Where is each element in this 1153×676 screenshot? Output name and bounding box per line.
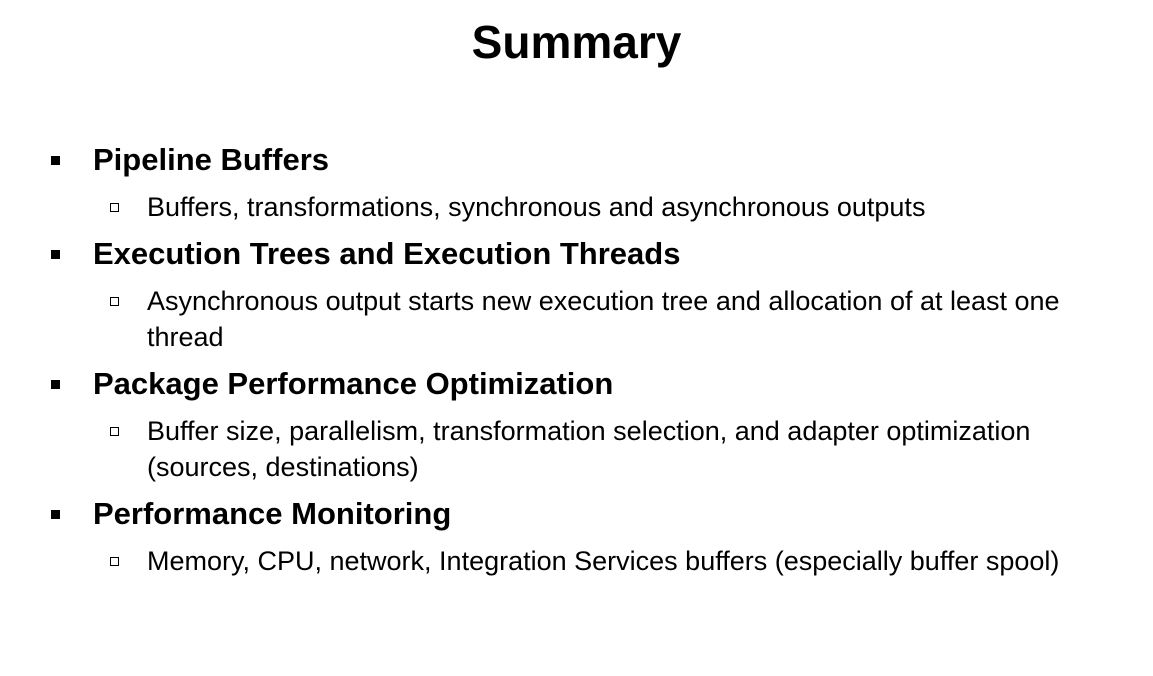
list-item: Performance Monitoring Memory, CPU, netw… <box>0 495 1153 579</box>
slide: Summary Pipeline Buffers Buffers, transf… <box>0 0 1153 676</box>
bullet-detail-text: Buffer size, parallelism, transformation… <box>147 416 1031 482</box>
bullet-detail: Buffer size, parallelism, transformation… <box>0 413 1153 485</box>
bullet-heading-text: Package Performance Optimization <box>93 366 614 401</box>
slide-title: Summary <box>471 16 682 68</box>
bullet-heading-text: Execution Trees and Execution Threads <box>93 236 681 271</box>
bullet-list: Pipeline Buffers Buffers, transformation… <box>0 141 1153 589</box>
list-item: Pipeline Buffers Buffers, transformation… <box>0 141 1153 225</box>
square-bullet-icon <box>51 250 60 259</box>
square-bullet-icon <box>51 380 60 389</box>
bullet-heading: Performance Monitoring <box>0 495 1153 533</box>
list-item: Execution Trees and Execution Threads As… <box>0 235 1153 355</box>
bullet-heading: Package Performance Optimization <box>0 365 1153 403</box>
bullet-detail: Buffers, transformations, synchronous an… <box>0 189 1153 225</box>
bullet-heading-text: Pipeline Buffers <box>93 142 329 177</box>
hollow-square-bullet-icon <box>110 557 119 566</box>
square-bullet-icon <box>51 510 60 519</box>
list-item: Package Performance Optimization Buffer … <box>0 365 1153 485</box>
bullet-heading-text: Performance Monitoring <box>93 496 452 531</box>
bullet-detail: Asynchronous output starts new execution… <box>0 283 1153 355</box>
square-bullet-icon <box>51 156 60 165</box>
bullet-detail-text: Buffers, transformations, synchronous an… <box>147 192 926 222</box>
bullet-heading: Execution Trees and Execution Threads <box>0 235 1153 273</box>
hollow-square-bullet-icon <box>110 427 119 436</box>
bullet-detail-text: Asynchronous output starts new execution… <box>147 286 1060 352</box>
hollow-square-bullet-icon <box>110 297 119 306</box>
bullet-heading: Pipeline Buffers <box>0 141 1153 179</box>
bullet-detail-text: Memory, CPU, network, Integration Servic… <box>147 546 1060 576</box>
bullet-detail: Memory, CPU, network, Integration Servic… <box>0 543 1153 579</box>
hollow-square-bullet-icon <box>110 203 119 212</box>
